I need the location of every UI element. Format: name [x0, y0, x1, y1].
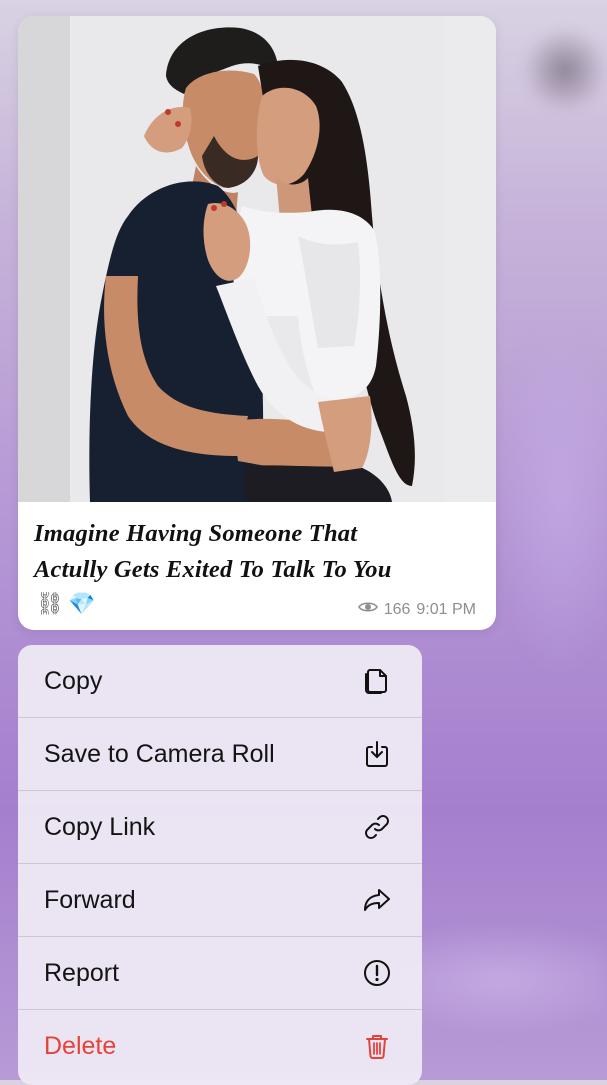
menu-item-copy-link[interactable]: Copy Link [18, 791, 422, 864]
menu-item-copy[interactable]: Copy [18, 645, 422, 718]
menu-item-label: Forward [44, 885, 136, 914]
trash-icon [360, 1029, 394, 1063]
report-exclamation-icon [360, 956, 394, 990]
menu-item-label: Save to Camera Roll [44, 739, 275, 768]
message-meta: 166 9:01 PM [357, 600, 476, 619]
menu-item-delete[interactable]: Delete [18, 1010, 422, 1082]
menu-item-label: Copy Link [44, 812, 156, 841]
message-bubble[interactable]: Imagine Having Someone That Actully Gets… [18, 16, 496, 630]
context-menu: Copy Save to Camera Roll Copy Link Forwa… [18, 645, 422, 1085]
emoji-row: ⛓ 💎 [36, 588, 95, 620]
save-download-icon [360, 737, 394, 771]
chain-emoji: ⛓ [36, 591, 64, 617]
menu-item-label: Report [44, 958, 120, 987]
menu-item-report[interactable]: Report [18, 937, 422, 1010]
link-icon [360, 810, 394, 844]
message-caption: Imagine Having Someone That Actully Gets… [34, 516, 484, 588]
caption-line-1: Imagine Having Someone That [34, 520, 358, 547]
menu-item-label: Copy [44, 666, 103, 695]
caption-line-2: Actully Gets Exited To Talk To You [34, 556, 392, 583]
view-count: 166 [383, 600, 411, 618]
eye-icon [357, 600, 378, 619]
forward-arrow-icon [360, 883, 394, 917]
menu-item-forward[interactable]: Forward [18, 864, 422, 937]
message-photo[interactable] [18, 16, 496, 502]
message-time: 9:01 PM [416, 600, 476, 618]
menu-item-label: Delete [44, 1031, 117, 1060]
menu-item-save-to-camera-roll[interactable]: Save to Camera Roll [18, 718, 422, 791]
copy-icon [360, 664, 394, 698]
gem-emoji: 💎 [67, 591, 96, 617]
